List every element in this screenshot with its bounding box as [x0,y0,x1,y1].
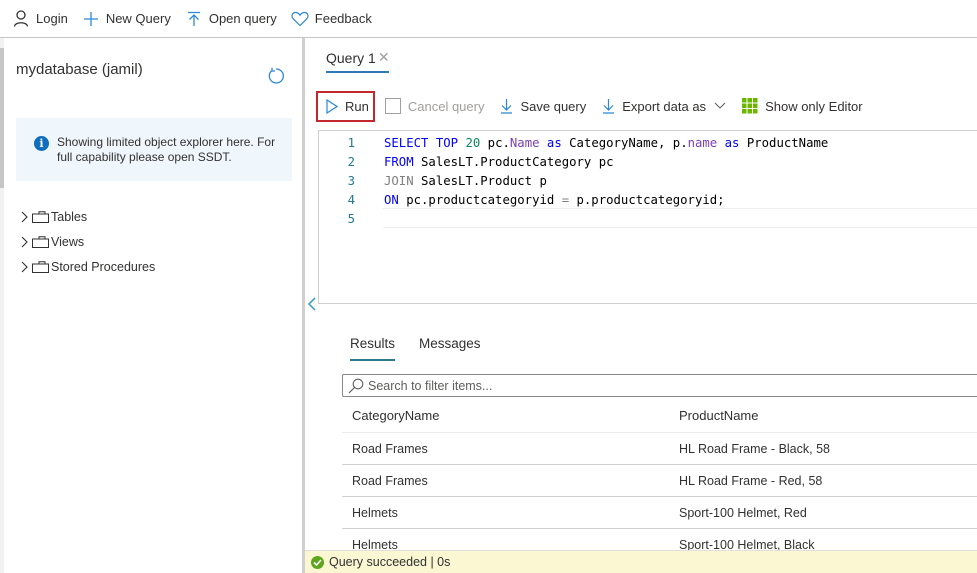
code-line[interactable]: 4 ON pc.productcategoryid = p.productcate… [319,191,725,210]
folder-icon [32,235,49,248]
top-toolbar: Login New Query Open query Feedback [0,0,977,38]
line-number: 1 [347,135,355,150]
search-placeholder: Search to filter items... [368,378,493,393]
chevron-right-icon [21,261,28,272]
query-toolbar: Run Cancel query Save query Export data … [316,90,879,122]
active-tab-indicator [326,71,389,73]
feedback-label: Feedback [314,11,372,26]
table-row[interactable]: Helmets Sport-100 Helmet, Red [342,497,977,529]
code-line[interactable]: 3 JOIN SalesLT.Product p [319,171,547,190]
folder-icon [32,210,49,223]
tree-node-views[interactable]: Views [20,229,155,254]
code-line[interactable]: 1 SELECT TOP 20 pc.Name as CategoryName, … [319,133,829,152]
current-line-highlight [383,208,977,228]
code-text: SELECT TOP 20 pc.Name as CategoryName, p… [384,135,829,150]
heart-icon [291,10,309,28]
play-icon [326,98,338,114]
refresh-button[interactable] [266,66,286,86]
refresh-icon [268,67,284,84]
export-data-button[interactable]: Export data as [602,98,726,114]
open-query-label: Open query [208,11,277,26]
filter-search-input[interactable]: Search to filter items... [342,374,977,397]
close-icon[interactable]: ✕ [378,49,390,66]
active-results-tab-indicator [350,359,395,361]
tree-node-label: Tables [51,209,88,224]
cell-product: HL Road Frame - Black, 58 [679,441,830,456]
code-line[interactable]: 5 [319,210,384,229]
show-only-editor-button[interactable]: Show only Editor [742,98,863,114]
tree-node-tables[interactable]: Tables [20,204,155,229]
status-bar: Query succeeded | 0s [305,550,977,573]
sidebar-scrollbar[interactable] [0,38,4,573]
tree-node-label: Views [51,234,85,249]
grid-header-row: CategoryName ProductName [342,399,977,433]
column-header-productname[interactable]: ProductName [679,408,758,423]
object-tree: Tables Views Stored Procedures [20,204,155,279]
download-icon [602,98,615,114]
grid-icon [742,98,758,114]
export-data-label: Export data as [622,98,707,114]
cell-category: Helmets [352,505,398,520]
code-text: ON pc.productcategoryid = p.productcateg… [384,193,725,208]
collapse-sidebar-button[interactable] [307,296,317,312]
database-title: mydatabase (jamil) [16,61,143,78]
info-banner: i Showing limited object explorer here. … [16,118,292,181]
info-icon: i [34,136,49,151]
line-number: 4 [347,193,355,208]
save-query-label: Save query [520,98,587,114]
cell-category: Road Frames [352,473,428,488]
query-workspace: Query 1 ✕ Run Cancel query Save query Ex… [305,38,977,573]
tab-results[interactable]: Results [350,336,395,351]
plus-icon [82,10,100,28]
tree-node-stored-procedures[interactable]: Stored Procedures [20,254,155,279]
tab-messages[interactable]: Messages [419,336,481,351]
run-button[interactable]: Run [316,90,375,122]
tree-node-label: Stored Procedures [51,259,156,274]
line-number: 2 [347,154,355,169]
code-line[interactable]: 2 FROM SalesLT.ProductCategory pc [319,152,614,171]
chevron-right-icon [21,236,28,247]
cancel-query-label: Cancel query [407,98,485,114]
new-query-button[interactable]: New Query [82,10,171,28]
person-icon [12,10,30,28]
table-row[interactable]: Road Frames HL Road Frame - Black, 58 [342,433,977,465]
login-label: Login [36,11,68,26]
sql-editor[interactable]: 1 SELECT TOP 20 pc.Name as CategoryName, … [318,130,977,304]
cell-product: Sport-100 Helmet, Red [679,505,807,520]
new-query-label: New Query [105,11,171,26]
show-only-editor-label: Show only Editor [765,98,863,114]
stop-icon [384,98,401,114]
feedback-button[interactable]: Feedback [291,10,372,28]
scrollbar-thumb[interactable] [0,48,4,188]
save-query-button[interactable]: Save query [500,98,586,114]
download-icon [500,98,513,114]
info-message: Showing limited object explorer here. Fo… [57,135,276,164]
code-text: JOIN SalesLT.Product p [384,173,547,188]
cell-category: Road Frames [352,441,428,456]
cancel-query-button[interactable]: Cancel query [384,98,485,114]
chevron-down-icon [714,102,726,110]
tab-query-1[interactable]: Query 1 ✕ [326,49,390,66]
status-message: Query succeeded | 0s [329,555,451,569]
success-check-icon [311,555,324,569]
folder-icon [32,260,49,273]
run-label: Run [345,98,369,114]
code-text: FROM SalesLT.ProductCategory pc [384,154,614,169]
search-icon [348,378,364,394]
column-header-categoryname[interactable]: CategoryName [352,408,439,423]
results-tabs: Results Messages [350,336,505,351]
cell-product: HL Road Frame - Red, 58 [679,473,823,488]
object-explorer: mydatabase (jamil) i Showing limited obj… [0,38,305,573]
login-button[interactable]: Login [12,10,68,28]
upload-icon [185,10,203,28]
line-number: 5 [347,212,355,227]
chevron-left-icon [307,297,316,311]
line-number: 3 [347,173,355,188]
chevron-right-icon [21,211,28,222]
tab-label: Query 1 [326,49,376,66]
table-row[interactable]: Road Frames HL Road Frame - Red, 58 [342,465,977,497]
results-grid: CategoryName ProductName Road Frames HL … [342,399,977,561]
open-query-button[interactable]: Open query [185,10,277,28]
